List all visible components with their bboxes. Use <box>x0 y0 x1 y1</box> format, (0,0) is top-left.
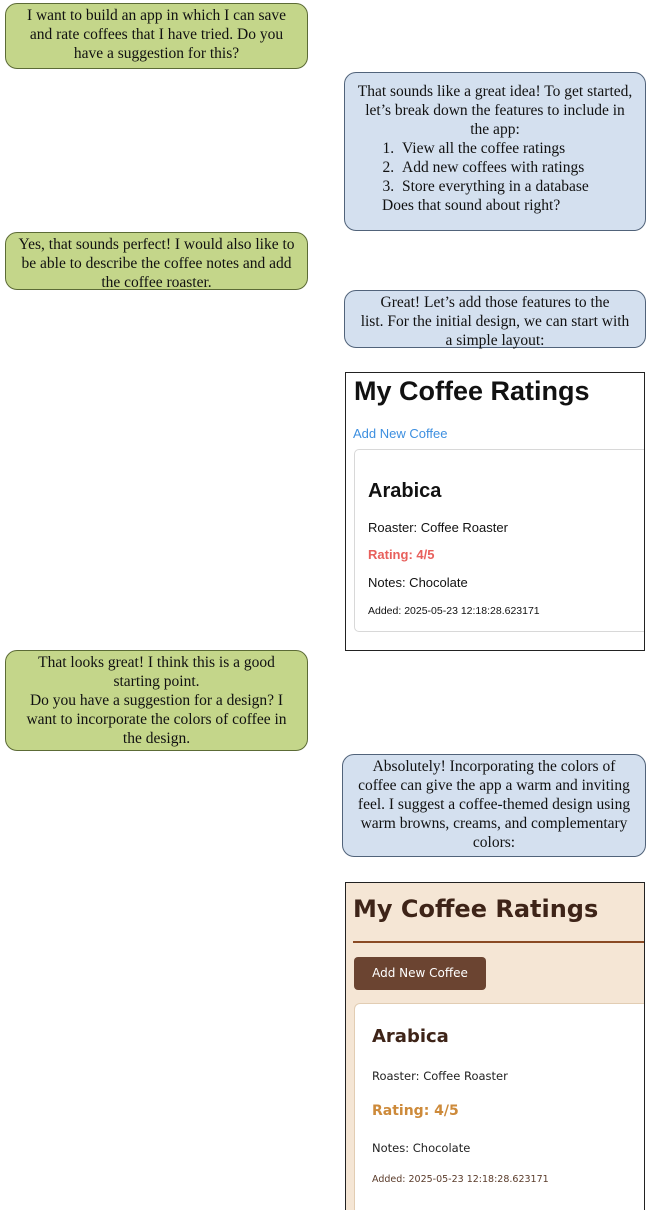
assistant-message-1: That sounds like a great idea! To get st… <box>344 72 646 231</box>
coffee-notes: Notes: Chocolate <box>372 1141 471 1155</box>
coffee-card: Arabica Roaster: Coffee Roaster Rating: … <box>354 449 644 632</box>
message-line: list. For the initial design, we can sta… <box>360 313 630 330</box>
message-line: I want to build an app in which I can sa… <box>26 7 287 24</box>
list-item: Store everything in a database <box>398 177 642 196</box>
coffee-added-date: Added: 2025-05-23 12:18:28.623171 <box>372 1174 549 1185</box>
user-message-2: Yes, that sounds perfect! I would also l… <box>5 232 308 291</box>
message-line: starting point. <box>113 673 200 690</box>
message-line: the design. <box>122 730 191 747</box>
coffee-name: Arabica <box>372 1026 449 1047</box>
message-line: colors: <box>472 834 516 851</box>
add-new-coffee-button[interactable]: Add New Coffee <box>354 957 486 990</box>
message-line: Does that sound about right? <box>382 197 561 214</box>
coffee-roaster: Roaster: Coffee Roaster <box>368 520 508 535</box>
coffee-rating: Rating: 4/5 <box>372 1103 459 1119</box>
message-line: want to incorporate the colors of coffee… <box>26 711 287 728</box>
coffee-rating: Rating: 4/5 <box>368 547 435 562</box>
message-line: and rate coffees that I have tried. Do y… <box>29 26 284 43</box>
message-line: a simple layout: <box>445 332 545 349</box>
coffee-themed-mockup: My Coffee Ratings Add New Coffee Arabica… <box>345 882 645 1210</box>
user-message-1: I want to build an app in which I can sa… <box>5 3 308 69</box>
assistant-message-3: Absolutely! Incorporating the colors of … <box>342 754 646 857</box>
app-title: My Coffee Ratings <box>354 376 590 406</box>
add-new-coffee-link[interactable]: Add New Coffee <box>353 426 447 441</box>
list-item: View all the coffee ratings <box>398 139 642 158</box>
user-message-3: That looks great! I think this is a good… <box>5 650 308 751</box>
coffee-name: Arabica <box>368 480 442 502</box>
message-line: feel. I suggest a coffee-themed design u… <box>357 796 631 813</box>
simple-layout-mockup: My Coffee Ratings Add New Coffee Arabica… <box>345 372 645 651</box>
list-item: Add new coffees with ratings <box>398 158 642 177</box>
message-line: That looks great! I think this is a good <box>38 654 275 671</box>
message-line: Yes, that sounds perfect! I would also l… <box>18 236 295 253</box>
title-divider <box>353 941 644 943</box>
coffee-roaster: Roaster: Coffee Roaster <box>372 1069 508 1083</box>
message-line: the coffee roaster. <box>101 274 212 291</box>
message-line: That sounds like a great idea! To get st… <box>357 83 633 100</box>
coffee-added-date: Added: 2025-05-23 12:18:28.623171 <box>368 605 540 617</box>
message-line: coffee can give the app a warm and invit… <box>358 777 630 794</box>
message-line: Absolutely! Incorporating the colors of <box>372 758 616 775</box>
feature-list: View all the coffee ratings Add new coff… <box>348 139 642 196</box>
coffee-notes: Notes: Chocolate <box>368 575 468 590</box>
message-line: the app: <box>470 121 520 138</box>
coffee-card: Arabica Roaster: Coffee Roaster Rating: … <box>354 1003 644 1210</box>
message-line: Great! Let’s add those features to the <box>380 294 610 311</box>
message-line: let’s break down the features to include… <box>365 102 625 119</box>
assistant-message-2: Great! Let’s add those features to the l… <box>344 290 646 349</box>
app-title: My Coffee Ratings <box>353 895 599 923</box>
message-line: Do you have a suggestion for a design? I <box>29 692 284 709</box>
message-line: have a suggestion for this? <box>73 45 240 62</box>
message-line: be able to describe the coffee notes and… <box>21 255 292 272</box>
message-line: warm browns, creams, and complementary <box>360 815 628 832</box>
